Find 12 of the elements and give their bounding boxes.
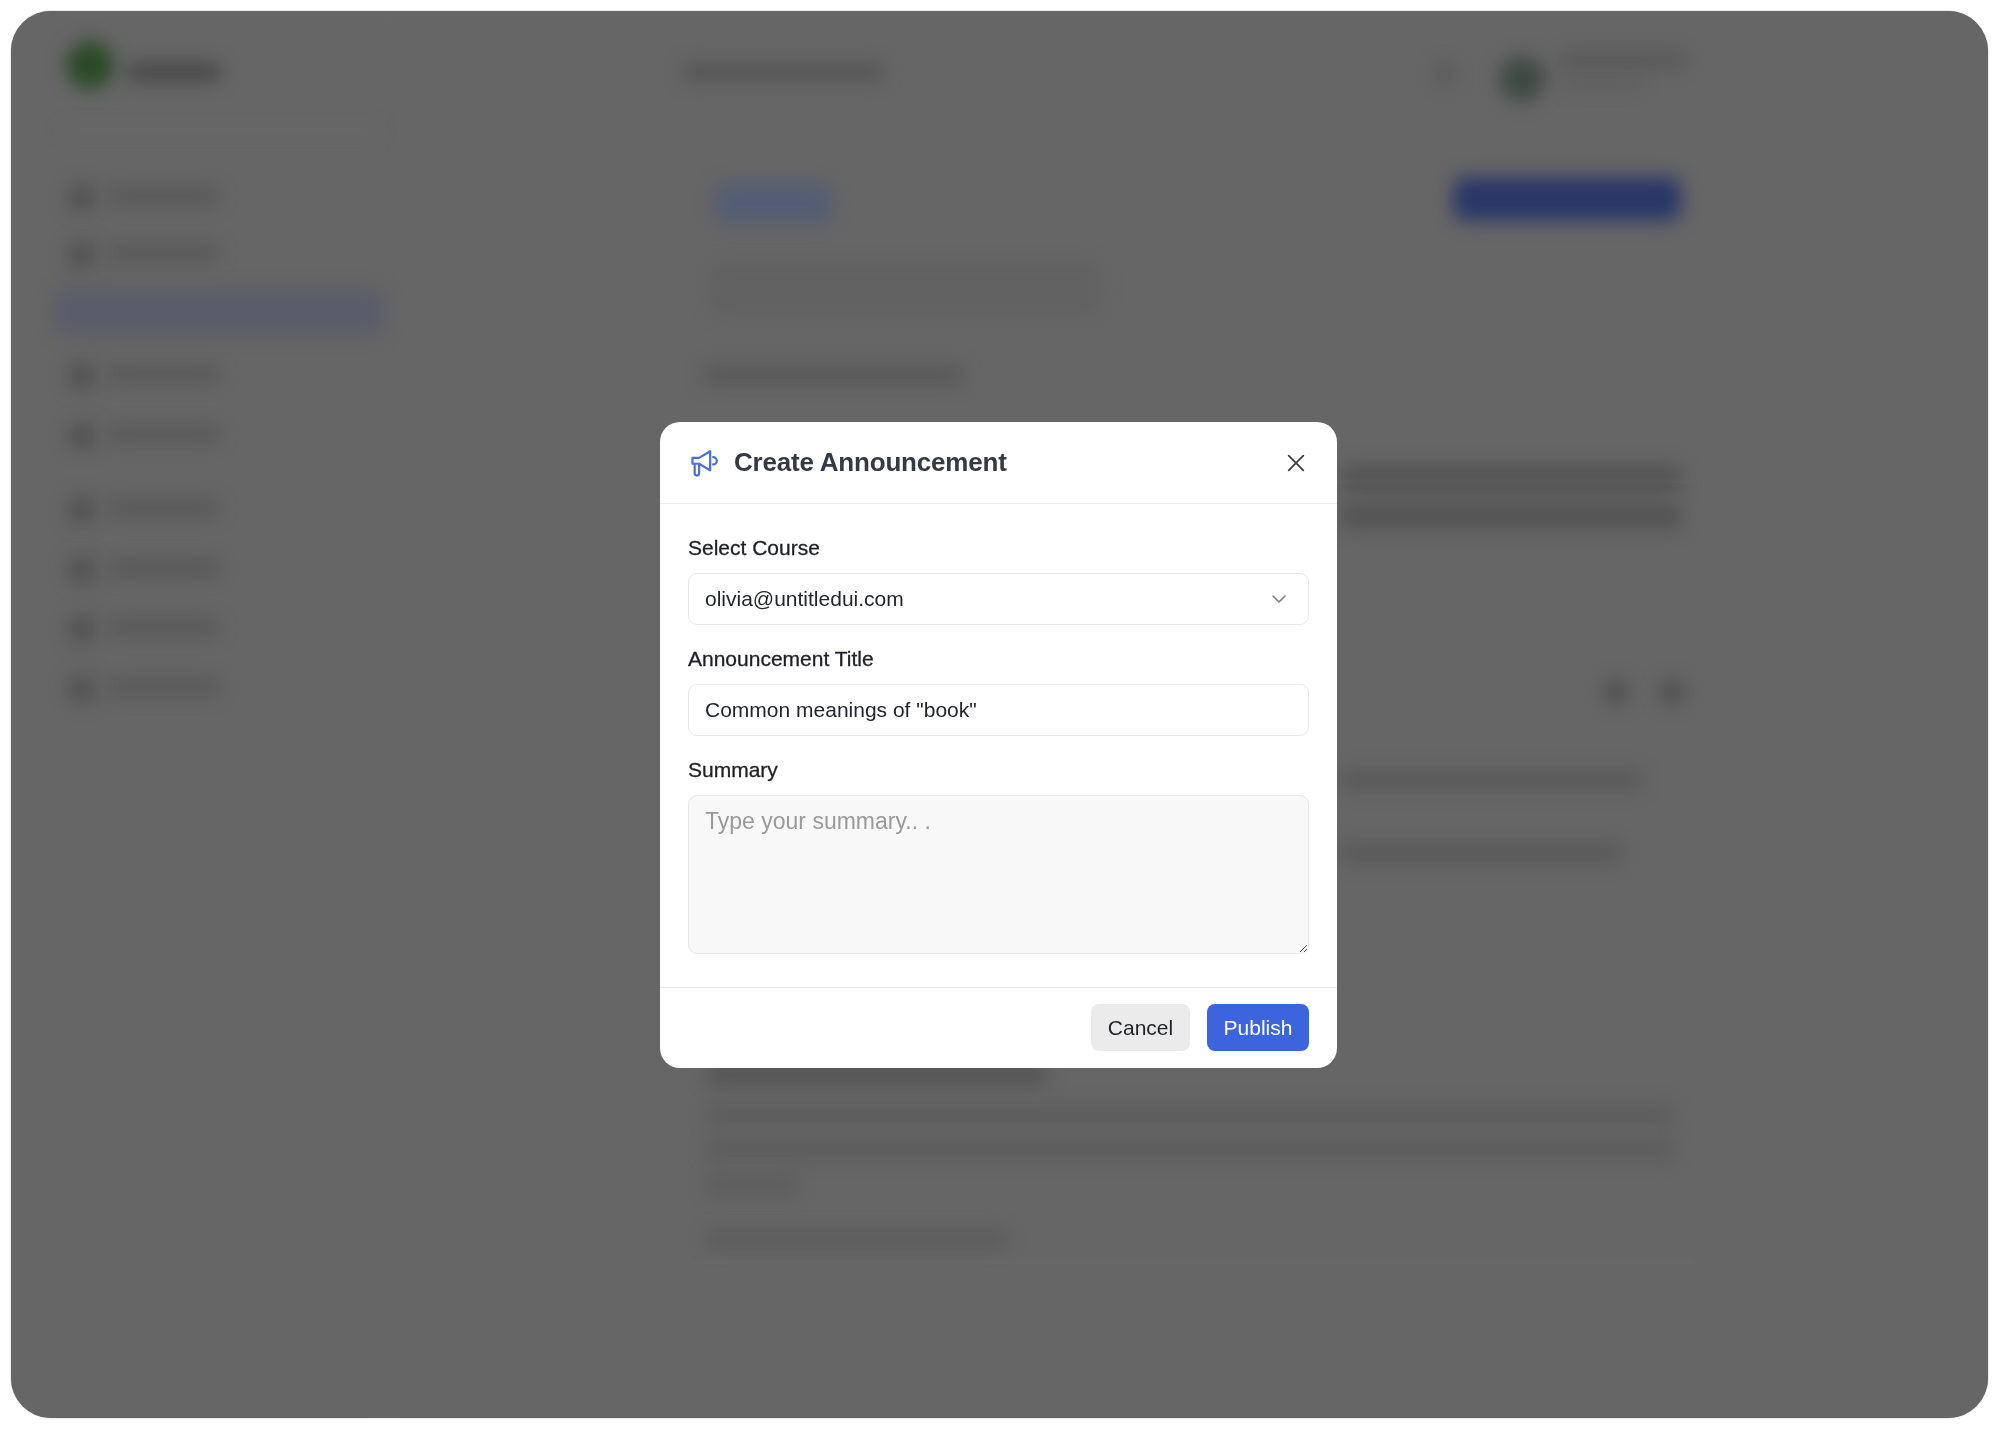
dialog-title: Create Announcement <box>734 447 1008 478</box>
chevron-down-icon <box>1272 595 1286 603</box>
cancel-button[interactable]: Cancel <box>1091 1004 1190 1051</box>
field-label: Select Course <box>688 536 820 560</box>
title-input[interactable]: Common meanings of "book" <box>688 684 1309 736</box>
megaphone-icon <box>690 448 720 477</box>
field-label: Announcement Title <box>688 647 874 671</box>
summary-field[interactable]: Type your summary.. . <box>688 795 1309 954</box>
publish-button[interactable]: Publish <box>1207 1004 1309 1051</box>
course-select[interactable]: olivia@untitledui.com <box>688 573 1309 625</box>
close-icon <box>1287 453 1305 472</box>
field-label: Summary <box>688 758 778 782</box>
